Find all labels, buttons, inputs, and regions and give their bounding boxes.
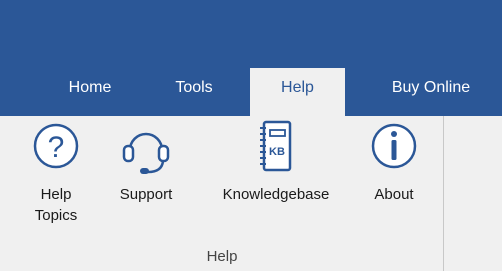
info-circle-icon [358, 116, 430, 178]
tab-buy-online[interactable]: Buy Online [360, 68, 502, 116]
about-label: About [374, 186, 414, 203]
knowledgebase-icon: KB [192, 116, 360, 178]
tab-help[interactable]: Help [250, 68, 345, 116]
question-circle-icon: ? [26, 116, 86, 178]
svg-text:KB: KB [269, 146, 285, 158]
tab-home[interactable]: Home [44, 68, 136, 116]
ribbon-empty-area [445, 116, 502, 271]
ribbon-panel: ? Help Topics Support KB Knowledgebase A… [0, 116, 444, 271]
knowledgebase-label: Knowledgebase [222, 186, 330, 203]
svg-text:?: ? [48, 131, 65, 164]
support-label: Support [119, 186, 173, 203]
headset-icon [100, 116, 192, 178]
help-topics-label: Help Topics [34, 186, 78, 224]
ribbon-group-label: Help [206, 248, 238, 265]
tab-tools[interactable]: Tools [154, 68, 234, 116]
